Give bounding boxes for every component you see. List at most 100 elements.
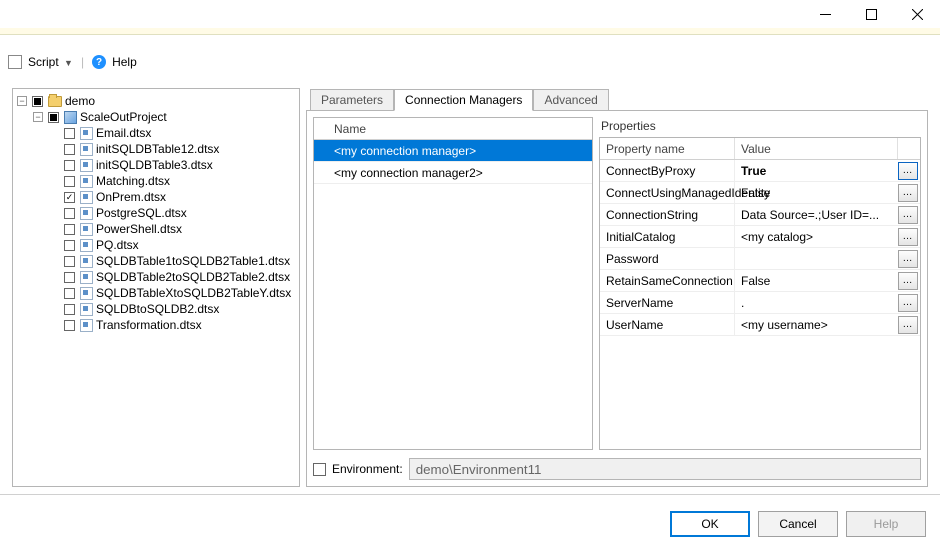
- tree-package-label: SQLDBtoSQLDB2.dtsx: [96, 301, 219, 317]
- checkbox[interactable]: [64, 224, 75, 235]
- checkbox[interactable]: [64, 304, 75, 315]
- help-button[interactable]: Help: [846, 511, 926, 537]
- expander-blank: [49, 144, 59, 154]
- expander-blank: [49, 288, 59, 298]
- folder-icon: [48, 96, 62, 107]
- minimize-button[interactable]: [802, 0, 848, 28]
- script-label: Script: [28, 55, 59, 69]
- footer-separator: [0, 494, 940, 495]
- property-row[interactable]: ServerName.…: [600, 292, 920, 314]
- prop-col-name[interactable]: Property name: [600, 138, 735, 159]
- property-row[interactable]: RetainSameConnectionFalse…: [600, 270, 920, 292]
- collapse-icon[interactable]: −: [33, 112, 43, 122]
- environment-dropdown[interactable]: [409, 458, 921, 480]
- tree-root[interactable]: − demo: [17, 93, 297, 109]
- checkbox[interactable]: [64, 160, 75, 171]
- collapse-icon[interactable]: −: [17, 96, 27, 106]
- checkbox[interactable]: [64, 176, 75, 187]
- tree-package[interactable]: PQ.dtsx: [49, 237, 297, 253]
- property-row[interactable]: ConnectionStringData Source=.;User ID=..…: [600, 204, 920, 226]
- property-name: ConnectByProxy: [600, 160, 735, 181]
- tree-package[interactable]: PostgreSQL.dtsx: [49, 205, 297, 221]
- package-icon: [80, 287, 93, 300]
- package-icon: [80, 303, 93, 316]
- property-name: InitialCatalog: [600, 226, 735, 247]
- checkbox[interactable]: [64, 144, 75, 155]
- cm-item[interactable]: <my connection manager>: [314, 140, 592, 162]
- property-value[interactable]: Data Source=.;User ID=...: [735, 204, 898, 225]
- property-row[interactable]: UserName<my username>…: [600, 314, 920, 336]
- ok-button[interactable]: OK: [670, 511, 750, 537]
- property-row[interactable]: ConnectUsingManagedIdentityFalse…: [600, 182, 920, 204]
- close-button[interactable]: [894, 0, 940, 28]
- checkbox-mixed[interactable]: [32, 96, 43, 107]
- ellipsis-button[interactable]: …: [898, 162, 918, 180]
- ellipsis-button[interactable]: …: [898, 228, 918, 246]
- cm-list-header[interactable]: Name: [314, 118, 592, 140]
- tree-package[interactable]: Email.dtsx: [49, 125, 297, 141]
- prop-col-value[interactable]: Value: [735, 138, 898, 159]
- script-dropdown[interactable]: Script ▼: [28, 55, 73, 69]
- property-value[interactable]: .: [735, 292, 898, 313]
- tree-package[interactable]: PowerShell.dtsx: [49, 221, 297, 237]
- property-value[interactable]: <my username>: [735, 314, 898, 335]
- ellipsis-button[interactable]: …: [898, 250, 918, 268]
- expander-blank: [49, 320, 59, 330]
- ellipsis-button[interactable]: …: [898, 184, 918, 202]
- expander-blank: [49, 160, 59, 170]
- property-value[interactable]: False: [735, 182, 898, 203]
- environment-checkbox[interactable]: [313, 463, 326, 476]
- tree-package[interactable]: initSQLDBTable3.dtsx: [49, 157, 297, 173]
- cm-item[interactable]: <my connection manager2>: [314, 162, 592, 184]
- ellipsis-button[interactable]: …: [898, 206, 918, 224]
- checkbox-mixed[interactable]: [48, 112, 59, 123]
- checkbox[interactable]: [64, 192, 75, 203]
- tab-parameters[interactable]: Parameters: [310, 89, 394, 110]
- tree-package[interactable]: SQLDBTable2toSQLDB2Table2.dtsx: [49, 269, 297, 285]
- checkbox[interactable]: [64, 128, 75, 139]
- properties-title: Properties: [599, 117, 921, 137]
- property-value[interactable]: [735, 248, 898, 269]
- environment-label: Environment:: [332, 462, 403, 476]
- tree-package[interactable]: SQLDBtoSQLDB2.dtsx: [49, 301, 297, 317]
- tab-bar: Parameters Connection Managers Advanced: [310, 88, 928, 110]
- tree-package[interactable]: OnPrem.dtsx: [49, 189, 297, 205]
- expander-blank: [49, 304, 59, 314]
- checkbox[interactable]: [64, 256, 75, 267]
- tree-package-label: PQ.dtsx: [96, 237, 139, 253]
- tree-package[interactable]: initSQLDBTable12.dtsx: [49, 141, 297, 157]
- ellipsis-button[interactable]: …: [898, 294, 918, 312]
- checkbox[interactable]: [64, 240, 75, 251]
- tree-project[interactable]: − ScaleOutProject: [33, 109, 297, 125]
- package-icon: [80, 159, 93, 172]
- property-value[interactable]: False: [735, 270, 898, 291]
- package-icon: [80, 239, 93, 252]
- tree-package[interactable]: Matching.dtsx: [49, 173, 297, 189]
- expander-blank: [49, 272, 59, 282]
- checkbox[interactable]: [64, 288, 75, 299]
- checkbox[interactable]: [64, 208, 75, 219]
- tree-package[interactable]: SQLDBTable1toSQLDB2Table1.dtsx: [49, 253, 297, 269]
- property-value[interactable]: True: [735, 160, 898, 181]
- tree-panel: − demo − ScaleOutProject Email.dtsxinitS…: [12, 88, 300, 487]
- tab-advanced[interactable]: Advanced: [533, 89, 608, 110]
- help-icon: ?: [92, 55, 106, 69]
- maximize-button[interactable]: [848, 0, 894, 28]
- checkbox[interactable]: [64, 272, 75, 283]
- property-row[interactable]: Password…: [600, 248, 920, 270]
- property-row[interactable]: ConnectByProxyTrue…: [600, 160, 920, 182]
- checkbox[interactable]: [64, 320, 75, 331]
- property-row[interactable]: InitialCatalog<my catalog>…: [600, 226, 920, 248]
- property-value[interactable]: <my catalog>: [735, 226, 898, 247]
- tree-package[interactable]: Transformation.dtsx: [49, 317, 297, 333]
- package-icon: [80, 143, 93, 156]
- package-icon: [80, 207, 93, 220]
- tab-connection-managers[interactable]: Connection Managers: [394, 89, 533, 111]
- tree-package[interactable]: SQLDBTableXtoSQLDB2TableY.dtsx: [49, 285, 297, 301]
- package-icon: [80, 191, 93, 204]
- ellipsis-button[interactable]: …: [898, 272, 918, 290]
- help-link[interactable]: Help: [112, 55, 137, 69]
- cancel-button[interactable]: Cancel: [758, 511, 838, 537]
- ellipsis-button[interactable]: …: [898, 316, 918, 334]
- expander-blank: [49, 192, 59, 202]
